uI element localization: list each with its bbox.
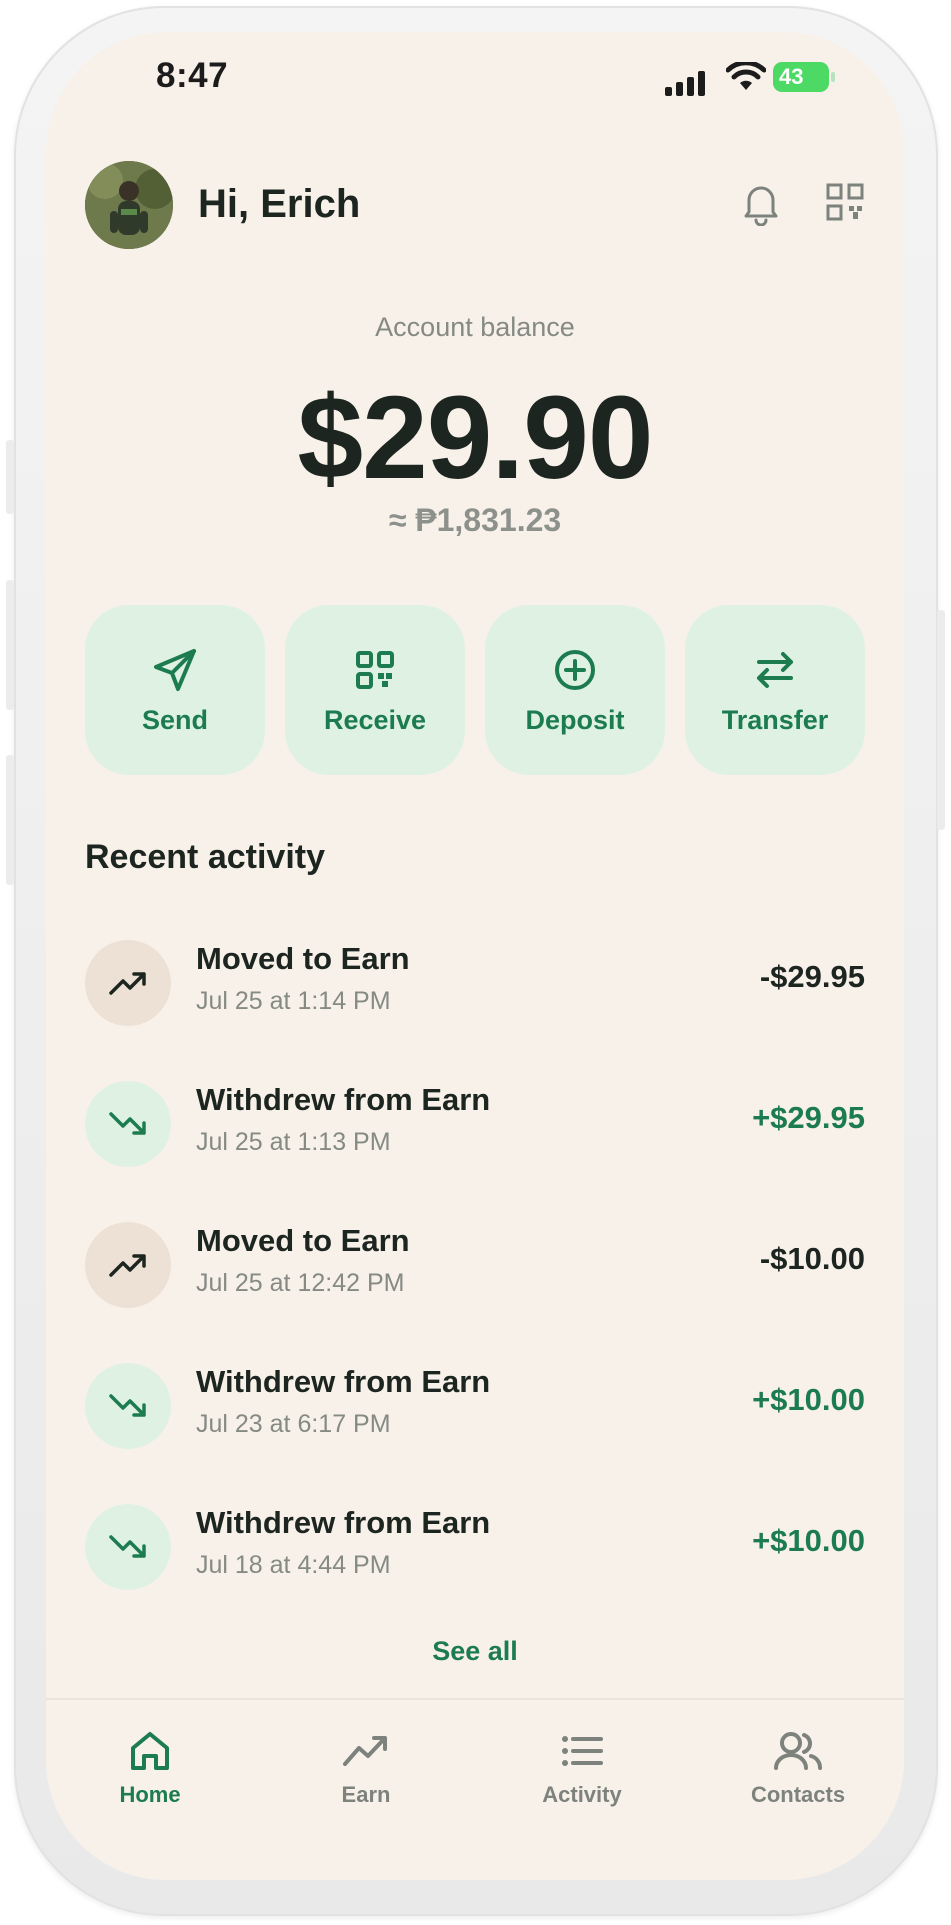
wifi-icon [726,62,766,90]
balance-amount: $29.90 [297,372,654,504]
phone-volume-up [6,580,14,710]
tab-home-label: Home [119,1782,181,1807]
tab-home[interactable]: Home [70,1730,230,1808]
battery-icon: 43 [773,62,829,92]
recent-activity-title: Recent activity [85,838,325,876]
activity-row[interactable]: Withdrew from Earn Jul 25 at 1:13 PM +$2… [85,1074,865,1174]
trending-down-icon [109,1112,146,1135]
bell-icon[interactable] [741,182,781,226]
send-label: Send [141,704,208,735]
deposit-label: Deposit [525,704,625,735]
battery-level: 43 [779,64,804,89]
activity-row[interactable]: Withdrew from Earn Jul 18 at 4:44 PM +$1… [85,1497,865,1597]
activity-date: Jul 18 at 4:44 PM [196,1551,391,1579]
activity-title: Withdrew from Earn [196,1082,491,1117]
battery-cap [831,72,835,82]
greeting: Hi, Erich [198,182,361,226]
activity-date: Jul 23 at 6:17 PM [196,1410,391,1438]
tab-contacts[interactable]: Contacts [718,1730,878,1808]
tab-earn[interactable]: Earn [286,1730,446,1808]
status-time: 8:47 [156,56,229,95]
trending-up-icon [343,1736,387,1766]
activity-amount: +$29.95 [752,1100,865,1135]
tab-activity-label: Activity [542,1782,622,1807]
activity-amount: +$10.00 [752,1382,865,1417]
avatar[interactable] [85,161,173,249]
activity-title: Withdrew from Earn [196,1505,491,1540]
activity-date: Jul 25 at 12:42 PM [196,1269,405,1297]
deposit-button[interactable]: Deposit [485,605,665,775]
see-all-link[interactable]: See all [46,1636,904,1667]
phone-volume-down [6,755,14,885]
app-screen: 8:47 43 Hi, Erich Account balance $29.90… [46,32,904,1880]
activity-date: Jul 25 at 1:13 PM [196,1128,391,1156]
activity-icon-circle [85,940,171,1026]
activity-row[interactable]: Withdrew from Earn Jul 23 at 6:17 PM +$1… [85,1356,865,1456]
phone-power-button [937,610,945,830]
trending-up-icon [109,1254,146,1277]
receive-label: Receive [323,704,427,735]
activity-title: Withdrew from Earn [196,1364,491,1399]
activity-icon-circle [85,1222,171,1308]
qr-code-icon[interactable] [825,182,865,222]
users-icon [774,1732,822,1770]
list-icon [562,1736,603,1766]
balance-label: Account balance [375,312,575,342]
cellular-signal-icon [665,70,705,96]
activity-icon-circle [85,1081,171,1167]
trending-down-icon [109,1394,146,1417]
trending-down-icon [109,1535,146,1558]
trending-up-icon [109,972,146,995]
receive-button[interactable]: Receive [285,605,465,775]
tab-activity[interactable]: Activity [502,1730,662,1808]
user-avatar-icon [85,161,173,249]
activity-icon-circle [85,1363,171,1449]
balance-converted: ≈ ₱1,831.23 [388,502,562,538]
activity-title: Moved to Earn [196,1223,410,1258]
phone-mute-switch [6,440,14,514]
bottom-tab-bar: Home Earn Activity Contacts [46,1698,904,1880]
plus-circle-icon [555,649,595,690]
send-icon [154,648,196,691]
qr-code-icon [356,650,394,689]
tab-earn-label: Earn [341,1782,391,1807]
activity-amount: -$10.00 [759,1241,865,1276]
activity-row[interactable]: Moved to Earn Jul 25 at 12:42 PM -$10.00 [85,1215,865,1315]
activity-icon-circle [85,1504,171,1590]
send-button[interactable]: Send [85,605,265,775]
transfer-label: Transfer [721,704,829,735]
transfer-arrows-icon [757,651,793,688]
home-icon [131,1732,169,1770]
activity-date: Jul 25 at 1:14 PM [196,987,391,1015]
activity-amount: +$10.00 [752,1523,865,1558]
tab-contacts-label: Contacts [750,1782,846,1807]
activity-row[interactable]: Moved to Earn Jul 25 at 1:14 PM -$29.95 [85,933,865,1033]
activity-amount: -$29.95 [759,959,865,994]
transfer-button[interactable]: Transfer [685,605,865,775]
activity-title: Moved to Earn [196,941,410,976]
